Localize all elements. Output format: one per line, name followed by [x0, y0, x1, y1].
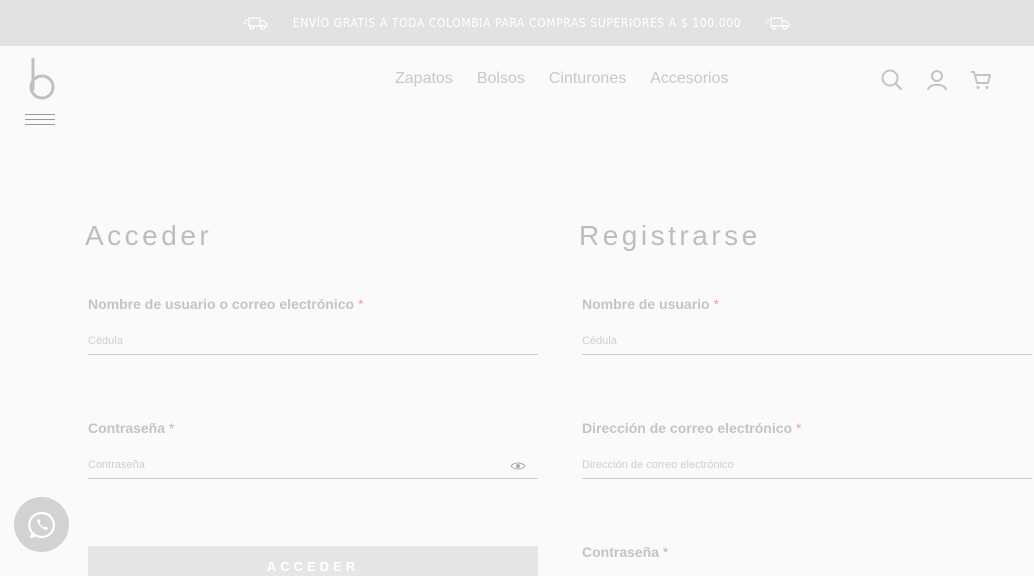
promo-bar: ENVÍO GRATIS A TODA COLOMBIA PARA COMPRA…: [0, 0, 1034, 46]
whatsapp-icon: [27, 511, 55, 538]
register-password-label: Contraseña *: [582, 544, 669, 560]
site-header: Zapatos Bolsos Cinturones Accesorios: [0, 46, 1034, 125]
register-email-field: Dirección de correo electrónico *: [582, 420, 1032, 479]
login-username-field: Nombre de usuario o correo electrónico *: [88, 296, 538, 355]
login-username-input[interactable]: [88, 327, 538, 355]
register-username-input[interactable]: [582, 327, 1032, 355]
hamburger-menu-icon[interactable]: [25, 114, 55, 128]
login-password-input[interactable]: [88, 451, 538, 479]
required-mark: *: [168, 420, 175, 436]
register-email-label: Dirección de correo electrónico *: [582, 420, 802, 436]
search-icon[interactable]: [880, 68, 904, 92]
user-icon[interactable]: [926, 68, 948, 92]
login-submit-button[interactable]: ACCEDER: [88, 546, 538, 576]
login-section: Acceder Nombre de usuario o correo elect…: [85, 220, 538, 479]
login-password-label: Contraseña *: [88, 420, 175, 436]
main-nav: Zapatos Bolsos Cinturones Accesorios: [395, 70, 728, 88]
register-section: Registrarse Nombre de usuario * Direcció…: [579, 220, 1032, 560]
nav-item-bolsos[interactable]: Bolsos: [477, 70, 525, 88]
login-username-label: Nombre de usuario o correo electrónico *: [88, 296, 364, 312]
register-username-label: Nombre de usuario *: [582, 296, 719, 312]
whatsapp-button[interactable]: [14, 497, 69, 552]
register-password-field: Contraseña *: [582, 544, 1032, 560]
required-mark: *: [357, 296, 364, 312]
nav-item-cinturones[interactable]: Cinturones: [549, 70, 626, 88]
required-mark: *: [713, 296, 719, 312]
required-mark: *: [662, 544, 669, 560]
brand-logo[interactable]: [26, 56, 58, 100]
show-password-icon[interactable]: [510, 461, 526, 471]
delivery-truck-icon: [242, 17, 268, 30]
cart-icon[interactable]: [970, 69, 992, 91]
login-title: Acceder: [85, 220, 213, 251]
required-mark: *: [795, 420, 802, 436]
register-title: Registrarse: [579, 220, 761, 251]
register-username-field: Nombre de usuario *: [582, 296, 1032, 355]
nav-item-zapatos[interactable]: Zapatos: [395, 70, 453, 88]
delivery-truck-icon: [765, 17, 790, 30]
register-email-input[interactable]: [582, 451, 1032, 479]
header-icons: [880, 68, 992, 92]
promo-text: ENVÍO GRATIS A TODA COLOMBIA PARA COMPRA…: [292, 16, 742, 30]
nav-item-accesorios[interactable]: Accesorios: [650, 70, 728, 88]
login-password-field: Contraseña *: [88, 420, 538, 479]
